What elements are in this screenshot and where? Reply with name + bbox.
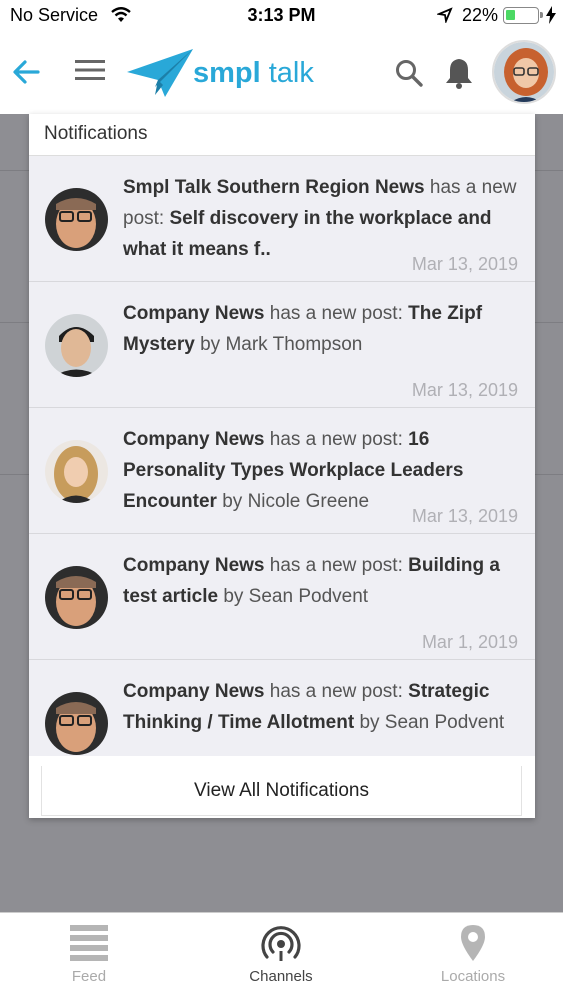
channels-icon	[261, 926, 301, 961]
app-header: smpl talk	[0, 30, 563, 114]
view-all-notifications-button[interactable]: View All Notifications	[41, 766, 522, 816]
notification-text: Smpl Talk Southern Region News has a new…	[123, 177, 517, 260]
notification-date: Mar 13, 2019	[411, 380, 518, 400]
tab-label-locations: Locations	[440, 968, 506, 985]
paper-plane-icon	[127, 49, 193, 97]
author-avatar	[45, 440, 108, 503]
location-arrow-icon	[437, 7, 453, 23]
location-pin-icon	[461, 925, 485, 961]
tab-label-channels: Channels	[249, 968, 313, 985]
bottom-tab-bar: Feed Channels Locations	[0, 912, 563, 1000]
charging-bolt-icon	[546, 6, 556, 24]
notification-item[interactable]: Smpl Talk Southern Region News has a new…	[29, 156, 535, 282]
hamburger-menu-icon[interactable]	[75, 58, 105, 82]
feed-icon	[70, 925, 108, 961]
author-avatar	[45, 692, 108, 755]
notifications-dropdown: Notifications Smpl Talk Southern Region …	[29, 114, 535, 818]
notification-text: Company News has a new post: Building a …	[123, 555, 500, 607]
notification-item[interactable]: Company News has a new post: Building a …	[29, 534, 535, 660]
notification-date: Mar 13, 2019	[411, 506, 518, 526]
author-avatar	[45, 188, 108, 251]
notification-item[interactable]: Company News has a new post: The Zipf My…	[29, 282, 535, 408]
search-icon[interactable]	[394, 58, 424, 88]
notifications-list[interactable]: Smpl Talk Southern Region News has a new…	[29, 156, 535, 756]
notification-text: Company News has a new post: The Zipf My…	[123, 303, 483, 355]
tab-label-feed: Feed	[71, 968, 107, 985]
notification-date: Mar 1, 2019	[421, 632, 518, 652]
app-logo[interactable]: smpl talk	[125, 47, 325, 99]
notification-text: Company News has a new post: Strategic T…	[123, 681, 505, 733]
bell-icon[interactable]	[443, 56, 475, 90]
brand-name: smpl talk	[193, 57, 314, 89]
notification-item[interactable]: Company News has a new post: Strategic T…	[29, 660, 535, 756]
notification-date: Mar 13, 2019	[411, 254, 518, 274]
battery-percent: 22%	[462, 5, 499, 25]
tab-feed[interactable]: Feed	[19, 913, 159, 1000]
user-avatar[interactable]	[492, 40, 556, 104]
battery-icon	[503, 7, 543, 24]
notifications-title: Notifications	[29, 114, 535, 156]
notification-item[interactable]: Company News has a new post: 16 Personal…	[29, 408, 535, 534]
author-avatar	[45, 566, 108, 629]
author-avatar	[45, 314, 108, 377]
status-bar: No Service 3:13 PM 22%	[0, 0, 563, 30]
tab-channels[interactable]: Channels	[211, 913, 351, 1000]
back-arrow-icon[interactable]	[10, 56, 42, 88]
tab-locations[interactable]: Locations	[403, 913, 543, 1000]
notification-text: Company News has a new post: 16 Personal…	[123, 429, 464, 512]
